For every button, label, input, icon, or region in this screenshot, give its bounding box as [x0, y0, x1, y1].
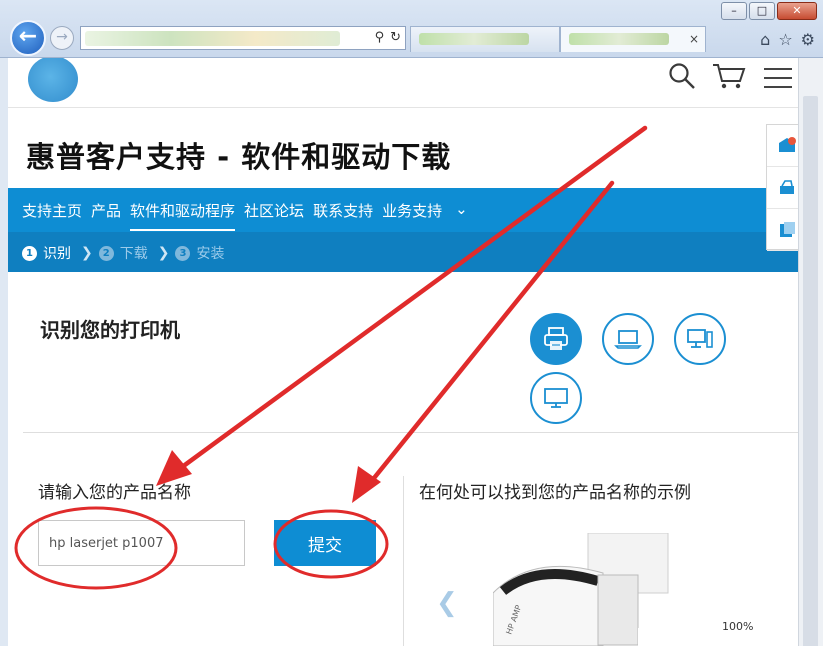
chevron-right-icon: ❯	[81, 245, 93, 261]
home-icon[interactable]: ⌂	[760, 30, 770, 49]
blurred-url	[85, 31, 340, 46]
identify-heading: 识别您的打印机	[40, 318, 180, 342]
nav-item-community[interactable]: 社区论坛	[244, 200, 304, 231]
step-3-label: 安装	[196, 246, 225, 262]
arrow-left-icon: ←	[18, 24, 38, 49]
printer-small-icon	[779, 179, 794, 194]
forward-button[interactable]: →	[50, 26, 74, 50]
search-icon[interactable]	[668, 62, 696, 97]
site-header	[8, 58, 798, 108]
blurred-tab-title	[569, 33, 669, 45]
page-scrollbar[interactable]	[798, 58, 823, 646]
browser-chrome: – □ ✕ ← → ⚲ ↻ × ⌂ ☆ ⚙	[0, 0, 823, 58]
gear-icon[interactable]: ⚙	[801, 30, 815, 49]
product-name-input[interactable]	[38, 520, 245, 566]
floating-side-tools	[766, 124, 798, 251]
maximize-button[interactable]: □	[749, 2, 775, 20]
desktop-icon[interactable]	[674, 313, 726, 365]
monitor-icon[interactable]	[530, 372, 582, 424]
browser-tab-active[interactable]: ×	[560, 26, 706, 52]
tag-icon	[778, 136, 796, 152]
column-divider	[403, 476, 404, 646]
zoom-level[interactable]: 100%	[722, 620, 753, 633]
hp-logo[interactable]	[28, 58, 78, 102]
arrow-right-icon: →	[56, 29, 68, 45]
address-bar[interactable]: ⚲ ↻	[80, 26, 406, 50]
printer-icon[interactable]	[530, 313, 582, 365]
browser-toolbar: ⌂ ☆ ⚙	[760, 30, 815, 49]
step-2-label: 下载	[119, 246, 148, 262]
product-name-label: 请输入您的产品名称	[38, 483, 191, 503]
main-nav: 支持主页 产品 软件和驱动程序 社区论坛 联系支持 业务支持 ⌄	[8, 188, 798, 232]
web-page: 惠普客户支持 - 软件和驱动下载 支持主页 产品 软件和驱动程序 社区论坛 联系…	[8, 58, 798, 646]
step-3-number: 3	[175, 245, 191, 261]
nav-item-software-drivers[interactable]: 软件和驱动程序	[130, 200, 236, 231]
side-tool-2[interactable]	[767, 167, 798, 209]
blurred-tab-title	[419, 33, 529, 45]
star-icon[interactable]: ☆	[778, 30, 792, 49]
close-window-button[interactable]: ✕	[777, 2, 817, 20]
scrollbar-thumb[interactable]	[803, 96, 818, 646]
example-heading: 在何处可以找到您的产品名称的示例	[419, 483, 691, 503]
chevron-left-icon[interactable]: ❮	[436, 588, 458, 618]
menu-icon[interactable]	[764, 68, 792, 95]
nav-item-support-home[interactable]: 支持主页	[22, 200, 82, 231]
submit-button[interactable]: 提交	[274, 520, 376, 566]
chevron-down-icon[interactable]: ⌄	[455, 200, 468, 231]
laptop-icon[interactable]	[602, 313, 654, 365]
side-tool-1[interactable]	[767, 125, 798, 167]
book-icon	[779, 221, 795, 237]
minimize-button[interactable]: –	[721, 2, 747, 20]
search-icon[interactable]: ⚲	[375, 30, 385, 45]
step-1-number: 1	[22, 245, 37, 261]
nav-item-contact[interactable]: 联系支持	[313, 200, 373, 231]
nav-item-business[interactable]: 业务支持	[382, 200, 442, 231]
nav-item-products[interactable]: 产品	[91, 200, 121, 231]
refresh-icon[interactable]: ↻	[390, 30, 401, 45]
chevron-right-icon: ❯	[157, 245, 170, 261]
address-icons: ⚲ ↻	[375, 30, 401, 45]
step-2-number: 2	[98, 245, 114, 261]
step-1-label: 识别	[43, 246, 71, 262]
window-controls: – □ ✕	[721, 2, 817, 20]
back-button[interactable]: ←	[10, 20, 46, 56]
section-divider	[23, 432, 798, 433]
page-title: 惠普客户支持 - 软件和驱动下载	[26, 140, 452, 174]
browser-tab-1[interactable]	[410, 26, 560, 52]
tab-close-icon[interactable]: ×	[689, 32, 699, 46]
cart-icon[interactable]	[712, 62, 746, 97]
side-tool-3[interactable]	[767, 209, 798, 251]
step-indicator: 1 识别 ❯ 2 下载 ❯ 3 安装	[8, 232, 798, 272]
printer-example-image: HP AMP	[493, 533, 693, 646]
